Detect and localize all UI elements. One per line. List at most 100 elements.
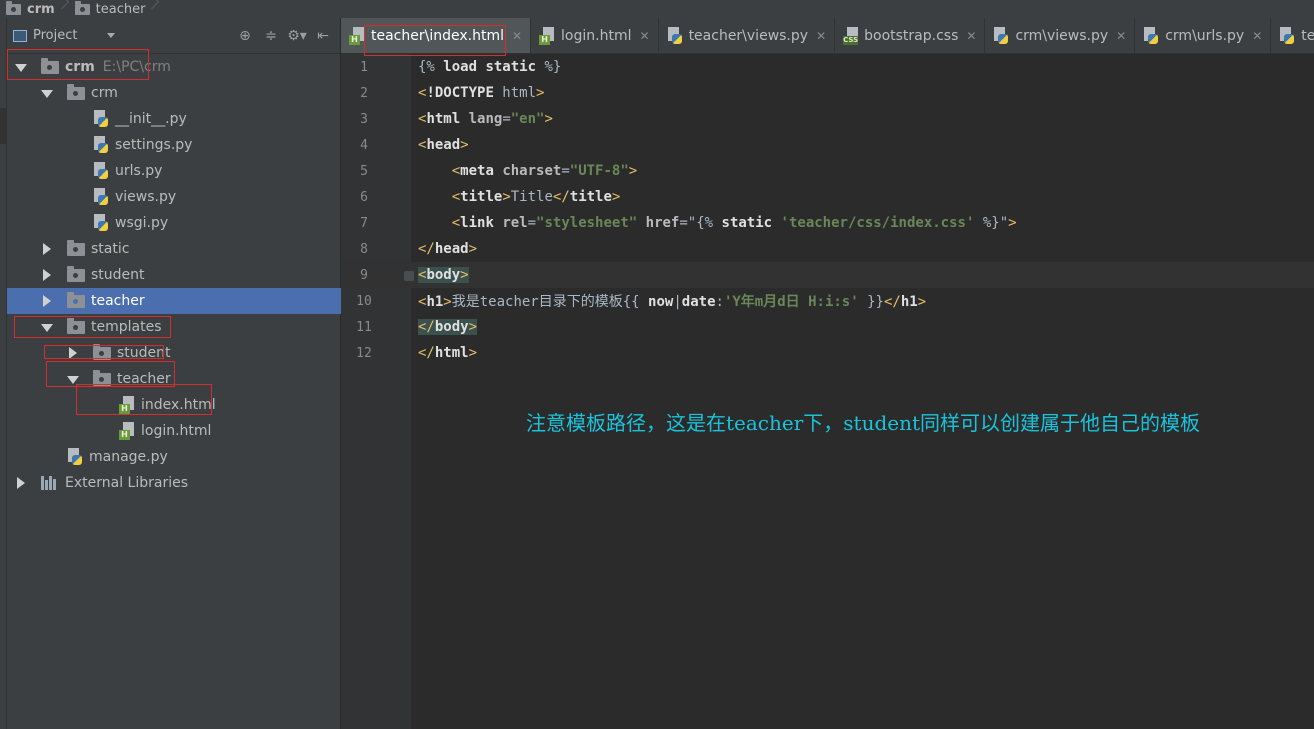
project-view-icon — [13, 29, 27, 42]
close-tab-icon[interactable]: ✕ — [640, 29, 650, 43]
python-file-icon — [93, 110, 109, 128]
editor-tab-label: teacher\u — [1301, 28, 1314, 44]
editor-tab[interactable]: Hteacher\index.html ✕ — [341, 18, 532, 53]
line-number: 9 — [360, 267, 368, 283]
tree-item[interactable]: teacher — [7, 366, 341, 392]
tree-item[interactable]: manage.py — [7, 444, 341, 470]
close-tab-icon[interactable]: ✕ — [512, 29, 522, 43]
code-line[interactable]: 2 <!DOCTYPE html> — [341, 80, 1314, 106]
folder-icon — [41, 57, 59, 74]
collapsed-arrow-icon[interactable] — [41, 295, 53, 307]
close-tab-icon[interactable]: ✕ — [816, 29, 826, 43]
collapse-all-icon[interactable]: ≑ — [262, 27, 280, 45]
tree-item[interactable]: crm E:\PC\crm — [7, 54, 341, 80]
tree-item-label: templates — [91, 319, 162, 335]
tree-item[interactable]: static — [7, 236, 341, 262]
collapsed-arrow-icon[interactable] — [67, 347, 79, 359]
folder-icon — [67, 239, 85, 256]
line-number: 3 — [360, 111, 368, 127]
tree-item-label: student — [91, 267, 145, 283]
collapsed-arrow-icon[interactable] — [41, 269, 53, 281]
code-line[interactable]: 12 </html> — [341, 340, 1314, 366]
gear-icon[interactable]: ⚙▾ — [287, 27, 307, 45]
tree-item-label: login.html — [141, 423, 212, 439]
html-file-icon: H — [349, 27, 365, 45]
line-number: 4 — [360, 137, 368, 153]
breadcrumb: crm teacher — [0, 0, 1314, 18]
code-text: <h1>我是teacher目录下的模板{{ now|date:'Y年m月d日 H… — [418, 294, 927, 310]
editor-tab[interactable]: crm\views.py ✕ — [985, 18, 1136, 53]
code-text: <html lang="en"> — [418, 111, 553, 127]
line-number: 7 — [360, 215, 368, 231]
editor-tab[interactable]: CSS bootstrap.css ✕ — [835, 18, 986, 53]
tree-item[interactable]: wsgi.py — [7, 210, 341, 236]
close-tab-icon[interactable]: ✕ — [1252, 29, 1262, 43]
expanded-arrow-icon[interactable] — [41, 87, 53, 99]
chevron-down-icon[interactable] — [107, 33, 116, 38]
code-line[interactable]: 5 <meta charset="UTF-8"> — [341, 158, 1314, 184]
tree-item-label: urls.py — [115, 163, 163, 179]
tree-item[interactable]: student — [7, 262, 341, 288]
code-line[interactable]: 11 </body> — [341, 314, 1314, 340]
scroll-from-source-icon[interactable]: ⊕ — [236, 27, 254, 45]
tree-item-label: manage.py — [89, 449, 168, 465]
line-number: 12 — [356, 345, 372, 361]
code-line[interactable]: 6 <title>Title</title> — [341, 184, 1314, 210]
editor-tab[interactable]: Hlogin.html ✕ — [531, 18, 659, 53]
tree-item[interactable]: External Libraries — [7, 470, 341, 496]
python-file-icon — [93, 162, 109, 180]
expanded-arrow-icon[interactable] — [41, 321, 53, 333]
code-line[interactable]: 7 <link rel="stylesheet" href="{% static… — [341, 210, 1314, 236]
tree-item-label: index.html — [141, 397, 216, 413]
code-line[interactable]: 8 </head> — [341, 236, 1314, 262]
code-line[interactable]: 3 <html lang="en"> — [341, 106, 1314, 132]
tree-item[interactable]: __init__.py — [7, 106, 341, 132]
html-file-icon: H — [539, 27, 555, 45]
breadcrumb-item-teacher[interactable]: teacher — [69, 0, 150, 18]
tree-item[interactable]: views.py — [7, 184, 341, 210]
project-panel: Project ⊕ ≑ ⚙▾ ⇤ crm E:\PC\crm crm __init__… — [7, 18, 341, 729]
tree-item[interactable]: teacher — [7, 288, 341, 314]
editor-tab[interactable]: crm\urls.py ✕ — [1135, 18, 1272, 53]
expanded-arrow-icon[interactable] — [67, 373, 79, 385]
tree-item[interactable]: crm — [7, 80, 341, 106]
tree-item-label: crm — [65, 59, 95, 75]
editor-tab[interactable]: teacher\views.py ✕ — [659, 18, 836, 53]
project-view-selector[interactable]: Project — [33, 28, 77, 43]
close-tab-icon[interactable]: ✕ — [966, 29, 976, 43]
tree-item-label: wsgi.py — [115, 215, 169, 231]
tree-item-label: teacher — [91, 293, 145, 309]
collapsed-arrow-icon[interactable] — [41, 243, 53, 255]
breadcrumb-item-crm[interactable]: crm — [0, 0, 59, 18]
python-file-icon — [1143, 27, 1159, 45]
tree-item[interactable]: settings.py — [7, 132, 341, 158]
close-tab-icon[interactable]: ✕ — [1116, 29, 1126, 43]
html-file-icon: H — [119, 422, 135, 440]
expanded-arrow-icon[interactable] — [15, 61, 27, 73]
line-number: 5 — [360, 163, 368, 179]
code-line[interactable]: 1 {% load static %} — [341, 54, 1314, 80]
tree-item[interactable]: Hindex.html — [7, 392, 341, 418]
code-line[interactable]: 4 <head> — [341, 132, 1314, 158]
editor-tab[interactable]: teacher\u — [1271, 18, 1314, 53]
folder-icon — [67, 291, 85, 308]
code-editor[interactable]: 1 {% load static %} 2 <!DOCTYPE html> 3 <html… — [341, 54, 1314, 729]
tree-item[interactable]: student — [7, 340, 341, 366]
code-line[interactable]: 9 <body> — [341, 262, 1314, 288]
tree-item[interactable]: Hlogin.html — [7, 418, 341, 444]
tree-item-label: __init__.py — [115, 111, 187, 127]
collapsed-arrow-icon[interactable] — [15, 477, 27, 489]
code-text: <head> — [418, 137, 469, 153]
code-text: {% load static %} — [418, 59, 562, 75]
tree-item-label: views.py — [115, 189, 177, 205]
fold-marker-icon[interactable] — [404, 271, 414, 281]
tree-item[interactable]: templates — [7, 314, 341, 340]
hide-panel-icon[interactable]: ⇤ — [314, 27, 332, 45]
tree-item[interactable]: urls.py — [7, 158, 341, 184]
code-line[interactable]: 10 <h1>我是teacher目录下的模板{{ now|date:'Y年m月d日… — [341, 288, 1314, 314]
code-text: <body> — [418, 267, 469, 283]
project-panel-header: Project ⊕ ≑ ⚙▾ ⇤ — [7, 18, 340, 54]
folder-icon — [67, 83, 85, 100]
tree-item-label: External Libraries — [65, 475, 188, 491]
python-file-icon — [93, 136, 109, 154]
